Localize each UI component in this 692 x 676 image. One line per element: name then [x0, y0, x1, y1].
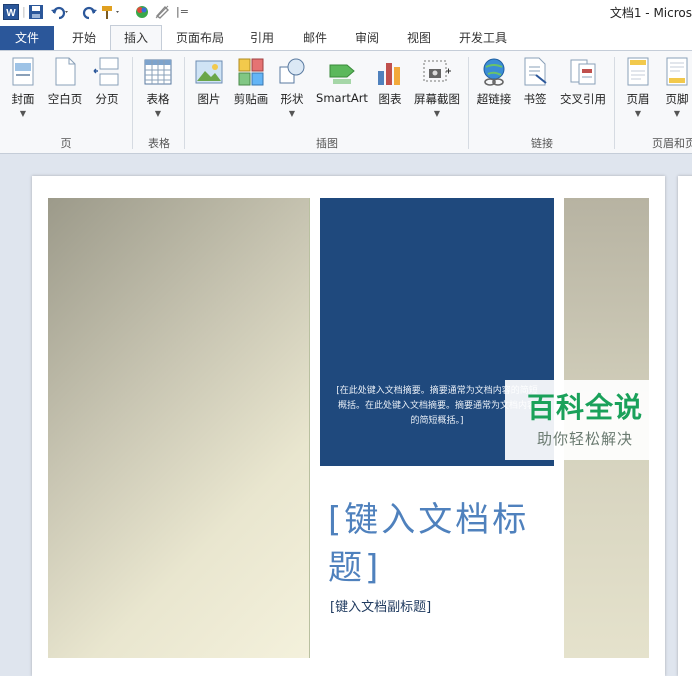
document-subtitle-placeholder[interactable]: [键入文档副标题] — [330, 596, 431, 615]
save-icon[interactable] — [28, 4, 44, 20]
hyperlink-icon — [479, 57, 509, 87]
chevron-down-icon: ▼ — [154, 109, 162, 118]
clip-art-icon — [236, 57, 266, 87]
svg-text:W: W — [6, 8, 16, 19]
cover-divider-line — [309, 198, 310, 658]
shapes-button[interactable]: 形状 ▼ — [276, 57, 308, 118]
watermark-logo: 百科全说 助你轻松解决 — [505, 380, 665, 460]
header-button[interactable]: 页眉 ▼ — [620, 57, 656, 118]
chart-icon — [375, 57, 405, 87]
footer-icon — [662, 57, 692, 87]
tab-developer[interactable]: 开发工具 — [450, 26, 516, 50]
color-icon[interactable] — [134, 4, 150, 20]
chart-button[interactable]: 图表 — [374, 57, 406, 107]
picture-icon — [194, 57, 224, 87]
blank-page-button[interactable]: 空白页 — [44, 57, 86, 107]
chevron-down-icon: ▼ — [433, 109, 441, 118]
chevron-down-icon: ▼ — [288, 109, 296, 118]
tab-home[interactable]: 开始 — [60, 26, 108, 50]
document-title-placeholder[interactable]: [键入文档标题] — [328, 496, 558, 592]
document-page-next — [678, 176, 692, 676]
word-app-icon[interactable]: W — [3, 4, 19, 20]
watermark-subtitle: 助你轻松解决 — [536, 430, 633, 448]
chevron-down-icon: ▼ — [673, 109, 681, 118]
footer-button[interactable]: 页脚 ▼ — [660, 57, 692, 118]
group-label-header-footer: 页眉和页 — [652, 137, 692, 150]
hyperlink-button[interactable]: 超链接 — [474, 57, 514, 107]
format-painter-icon[interactable] — [100, 4, 122, 20]
tab-page-layout[interactable]: 页面布局 — [168, 26, 232, 50]
chevron-down-icon: ▼ — [634, 109, 642, 118]
table-button[interactable]: 表格 ▼ — [140, 57, 176, 118]
tab-mailings[interactable]: 邮件 — [292, 26, 338, 50]
undo-icon[interactable] — [50, 4, 70, 20]
screenshot-icon — [422, 57, 452, 87]
bookmark-icon — [520, 57, 550, 87]
tab-insert[interactable]: 插入 — [110, 25, 162, 51]
tab-view[interactable]: 视图 — [396, 26, 442, 50]
ribbon-insert: 封面 ▼ 空白页 分页 页 表格 ▼ 表格 图片 剪贴画 形状 ▼ SmartA… — [0, 50, 692, 154]
watermark-title: 百科全说 — [526, 391, 643, 424]
eraser-icon[interactable] — [154, 4, 170, 20]
group-divider — [468, 57, 469, 149]
group-divider — [614, 57, 615, 149]
toolbar-separator: | — [22, 5, 26, 18]
group-divider — [132, 57, 133, 149]
cover-page-icon — [8, 57, 38, 87]
group-label-tables: 表格 — [148, 137, 170, 150]
bookmark-button[interactable]: 书签 — [518, 57, 552, 107]
redo-icon[interactable] — [82, 4, 98, 20]
chevron-down-icon: ▼ — [19, 109, 27, 118]
cross-reference-button[interactable]: 交叉引用 — [556, 57, 610, 107]
clip-art-button[interactable]: 剪贴画 — [230, 57, 272, 107]
page-break-icon — [92, 57, 122, 87]
tab-review[interactable]: 审阅 — [344, 26, 390, 50]
cover-gradient-panel — [48, 198, 310, 658]
group-label-pages: 页 — [60, 137, 72, 150]
tab-file[interactable]: 文件 — [0, 26, 54, 50]
group-label-links: 链接 — [531, 137, 553, 150]
window-title: 文档1 - Micros — [609, 6, 692, 20]
ribbon-tabs: 文件 开始 插入 页面布局 引用 邮件 审阅 视图 开发工具 — [0, 25, 692, 51]
picture-button[interactable]: 图片 — [192, 57, 226, 107]
title-bar: W | |= 文档1 - Micros — [0, 0, 692, 26]
group-divider — [184, 57, 185, 149]
tab-references[interactable]: 引用 — [240, 26, 284, 50]
smartart-icon — [327, 57, 357, 87]
blank-page-icon — [50, 57, 80, 87]
table-icon — [143, 57, 173, 87]
smartart-button[interactable]: SmartArt — [312, 57, 372, 105]
cover-page-button[interactable]: 封面 ▼ — [6, 57, 40, 118]
header-icon — [623, 57, 653, 87]
cross-reference-icon — [568, 57, 598, 87]
screenshot-button[interactable]: 屏幕截图 ▼ — [410, 57, 464, 118]
page-break-button[interactable]: 分页 — [90, 57, 124, 107]
customize-toolbar-icon[interactable]: |= — [176, 4, 189, 20]
shapes-icon — [277, 57, 307, 87]
group-label-illustrations: 插图 — [316, 137, 338, 150]
